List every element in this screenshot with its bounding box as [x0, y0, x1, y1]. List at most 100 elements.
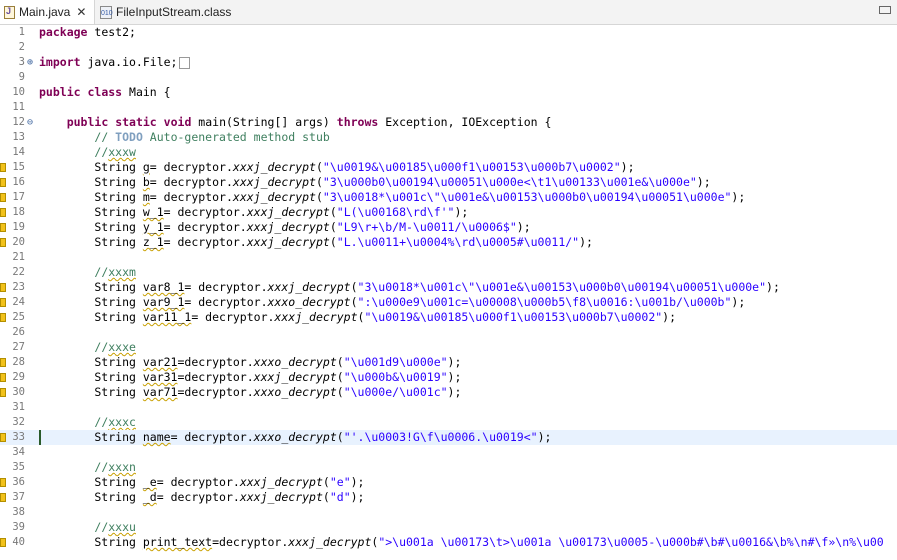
line-number: 15	[12, 161, 25, 173]
minimize-icon[interactable]	[879, 6, 891, 14]
line-number: 12	[12, 116, 25, 128]
code-line[interactable]: 36 String _e= decryptor.xxxj_decrypt("e"…	[0, 475, 897, 490]
code-text: String _d= decryptor.xxxj_decrypt("d");	[39, 490, 365, 504]
code-line[interactable]: 37 String _d= decryptor.xxxj_decrypt("d"…	[0, 490, 897, 505]
code-text: //xxxn	[94, 460, 136, 474]
line-number: 21	[12, 251, 25, 263]
code-line[interactable]: 32 //xxxc	[0, 415, 897, 430]
line-number: 1	[18, 26, 25, 38]
code-line[interactable]: 40 String print_text=decryptor.xxxj_decr…	[0, 535, 897, 550]
line-number: 40	[12, 536, 25, 548]
code-text: String var11_1= decryptor.xxxj_decrypt("…	[39, 310, 677, 324]
line-number: 25	[12, 311, 25, 323]
line-number: 38	[12, 506, 25, 518]
line-number: 3	[18, 56, 25, 68]
line-number: 36	[12, 476, 25, 488]
code-line[interactable]: 23 String var8_1= decryptor.xxxj_decrypt…	[0, 280, 897, 295]
code-line[interactable]: 28 String var21=decryptor.xxxo_decrypt("…	[0, 355, 897, 370]
code-text: public static void main(String[] args) t…	[66, 115, 552, 129]
line-number: 2	[18, 41, 25, 53]
code-text: String w_1= decryptor.xxxj_decrypt("L(\u…	[39, 205, 469, 219]
code-line[interactable]: 17 String m= decryptor.xxxj_decrypt("3\u…	[0, 190, 897, 205]
tab-label: FileInputStream.class	[116, 5, 232, 19]
line-number: 26	[12, 326, 25, 338]
code-text: // TODO Auto-generated method stub	[94, 130, 330, 144]
line-number: 24	[12, 296, 25, 308]
code-line[interactable]: 29 String var31=decryptor.xxxj_decrypt("…	[0, 370, 897, 385]
class-file-icon: 010	[100, 5, 113, 19]
line-number: 28	[12, 356, 25, 368]
tab-label: Main.java	[19, 5, 71, 19]
code-line[interactable]: 21	[0, 250, 897, 265]
tab-fileinputstream-class[interactable]: 010 FileInputStream.class	[96, 0, 246, 24]
code-text: String var9_1= decryptor.xxxo_decrypt(":…	[39, 295, 746, 309]
line-number: 27	[12, 341, 25, 353]
code-text: String g= decryptor.xxxj_decrypt("\u0019…	[39, 160, 635, 174]
line-number: 34	[12, 446, 25, 458]
code-line[interactable]: 20 String z_1= decryptor.xxxj_decrypt("L…	[0, 235, 897, 250]
folded-imports-icon[interactable]	[179, 56, 191, 69]
line-number: 33	[12, 431, 25, 443]
code-line[interactable]: 25 String var11_1= decryptor.xxxj_decryp…	[0, 310, 897, 325]
code-text: //xxxw	[94, 145, 136, 159]
code-line[interactable]: 27 //xxxe	[0, 340, 897, 355]
code-line[interactable]: 10 public class Main {	[0, 85, 897, 100]
code-text: String y_1= decryptor.xxxj_decrypt("L9\r…	[39, 220, 531, 234]
code-text: public class Main {	[39, 85, 171, 99]
code-text: String var71=decryptor.xxxo_decrypt("\u0…	[39, 385, 462, 399]
code-text: //xxxc	[94, 415, 136, 429]
text-caret	[39, 430, 41, 445]
code-line[interactable]: 38	[0, 505, 897, 520]
line-number: 16	[12, 176, 25, 188]
line-number: 19	[12, 221, 25, 233]
code-editor[interactable]: 1 package test2; 2 3 ⊕ import java.io.File; 9 1…	[0, 25, 897, 560]
line-number: 20	[12, 236, 25, 248]
code-line[interactable]: 18 String w_1= decryptor.xxxj_decrypt("L…	[0, 205, 897, 220]
code-line[interactable]: 19 String y_1= decryptor.xxxj_decrypt("L…	[0, 220, 897, 235]
code-line[interactable]: 11	[0, 100, 897, 115]
code-line[interactable]: 13 // TODO Auto-generated method stub	[0, 130, 897, 145]
code-text: import java.io.File;	[39, 55, 191, 70]
code-line[interactable]: 22 //xxxm	[0, 265, 897, 280]
line-number: 10	[12, 86, 25, 98]
code-line[interactable]: 9	[0, 70, 897, 85]
code-line[interactable]: 33 String name= decryptor.xxxo_decrypt("…	[0, 430, 897, 445]
close-icon[interactable]: ✕	[76, 5, 86, 19]
line-number: 13	[12, 131, 25, 143]
code-line[interactable]: 14 //xxxw	[0, 145, 897, 160]
code-text: String print_text=decryptor.xxxj_decrypt…	[39, 535, 884, 549]
editor-tab-bar: J Main.java ✕ 010 FileInputStream.class	[0, 0, 897, 25]
code-text: String var8_1= decryptor.xxxj_decrypt("3…	[39, 280, 780, 294]
tab-main-java[interactable]: J Main.java ✕	[0, 0, 95, 24]
line-number: 35	[12, 461, 25, 473]
code-line[interactable]: 3 ⊕ import java.io.File;	[0, 55, 897, 70]
code-text: String var21=decryptor.xxxo_decrypt("\u0…	[39, 355, 462, 369]
line-number: 30	[12, 386, 25, 398]
line-number: 29	[12, 371, 25, 383]
code-line[interactable]: 24 String var9_1= decryptor.xxxo_decrypt…	[0, 295, 897, 310]
code-text: String name= decryptor.xxxo_decrypt("'.\…	[39, 430, 552, 444]
line-number: 39	[12, 521, 25, 533]
line-number: 9	[18, 71, 25, 83]
code-line[interactable]: 2	[0, 40, 897, 55]
collapse-fold-icon[interactable]: ⊖	[27, 115, 37, 130]
code-line[interactable]: 16 String b= decryptor.xxxj_decrypt("3\u…	[0, 175, 897, 190]
code-line[interactable]: 15 String g= decryptor.xxxj_decrypt("\u0…	[0, 160, 897, 175]
line-number: 11	[12, 101, 25, 113]
code-line[interactable]: 30 String var71=decryptor.xxxo_decrypt("…	[0, 385, 897, 400]
line-number: 14	[12, 146, 25, 158]
code-line[interactable]: 34	[0, 445, 897, 460]
code-line[interactable]: 39 //xxxu	[0, 520, 897, 535]
java-file-icon: J	[4, 5, 15, 19]
code-line[interactable]: 35 //xxxn	[0, 460, 897, 475]
line-number: 31	[12, 401, 25, 413]
code-line[interactable]: 12 ⊖ public static void main(String[] arg…	[0, 115, 897, 130]
line-number: 23	[12, 281, 25, 293]
line-number: 18	[12, 206, 25, 218]
expand-fold-icon[interactable]: ⊕	[27, 55, 37, 70]
code-line[interactable]: 26	[0, 325, 897, 340]
line-number: 17	[12, 191, 25, 203]
code-text: String _e= decryptor.xxxj_decrypt("e");	[39, 475, 365, 489]
code-line[interactable]: 1 package test2;	[0, 25, 897, 40]
code-line[interactable]: 31	[0, 400, 897, 415]
